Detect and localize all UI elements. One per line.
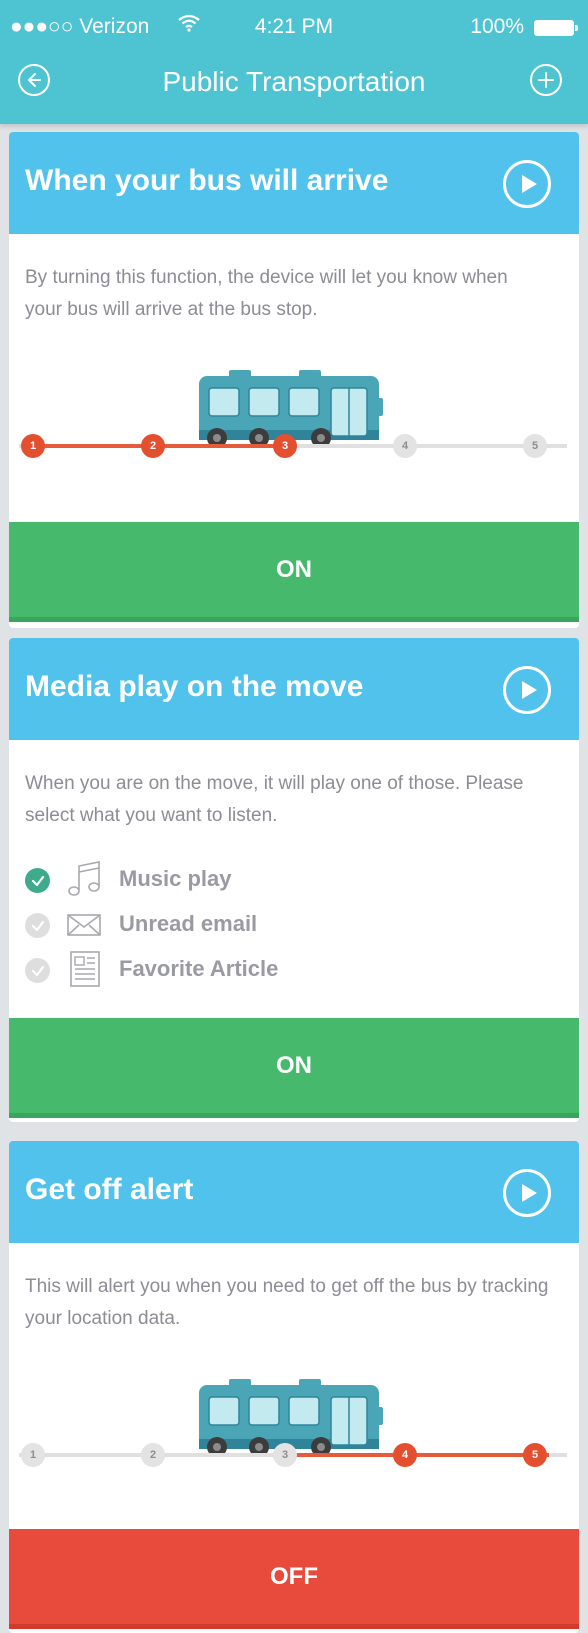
battery-icon — [534, 20, 578, 36]
card-description: By turning this function, the device wil… — [25, 267, 508, 320]
stop-5: 5 — [523, 1443, 547, 1467]
card-media-play: Media play on the move When you are on t… — [9, 638, 579, 1122]
stop-2: 2 — [141, 1443, 165, 1467]
battery-percent: 100% — [470, 15, 524, 38]
card-description: This will alert you when you need to get… — [25, 1276, 549, 1329]
play-icon — [522, 175, 537, 193]
card-header: Get off alert — [9, 1141, 579, 1243]
toggle-button[interactable]: OFF — [9, 1529, 579, 1629]
nav-bar: Public Transportation — [0, 54, 588, 124]
play-icon — [522, 681, 537, 699]
stop-3: 3 — [273, 434, 297, 458]
card-title: Get off alert — [25, 1173, 194, 1206]
stop-1: 1 — [21, 1443, 45, 1467]
option-article[interactable]: Favorite Article — [25, 950, 525, 990]
play-icon — [522, 1184, 537, 1202]
check-icon[interactable] — [25, 913, 50, 938]
stop-2: 2 — [141, 434, 165, 458]
option-music[interactable]: Music play — [25, 860, 525, 900]
status-bar: ●●●○○ Verizon 4:21 PM 100% — [0, 0, 588, 54]
page-title: Public Transportation — [162, 66, 426, 97]
play-button[interactable] — [503, 1169, 551, 1217]
card-title: Media play on the move — [25, 670, 364, 703]
music-note-icon — [68, 861, 100, 896]
play-button[interactable] — [503, 666, 551, 714]
card-get-off-alert: Get off alert This will alert you when y… — [9, 1141, 579, 1633]
card-header: When your bus will arrive — [9, 132, 579, 234]
option-label: Unread email — [119, 911, 258, 936]
card-description: When you are on the move, it will play o… — [25, 773, 524, 826]
option-label: Music play — [119, 866, 232, 891]
stop-5: 5 — [523, 434, 547, 458]
envelope-icon — [67, 914, 101, 936]
article-icon — [70, 951, 100, 987]
stop-4: 4 — [393, 1443, 417, 1467]
plus-icon — [538, 72, 554, 88]
option-label: Favorite Article — [119, 956, 279, 981]
stop-4: 4 — [393, 434, 417, 458]
toggle-button[interactable]: ON — [9, 522, 579, 622]
check-icon[interactable] — [25, 868, 50, 893]
card-header: Media play on the move — [9, 638, 579, 740]
card-title: When your bus will arrive — [25, 164, 389, 197]
play-button[interactable] — [503, 160, 551, 208]
option-email[interactable]: Unread email — [25, 905, 525, 945]
stop-3: 3 — [273, 1443, 297, 1467]
stop-1: 1 — [21, 434, 45, 458]
toggle-button[interactable]: ON — [9, 1018, 579, 1118]
card-bus-arrival: When your bus will arrive By turning thi… — [9, 132, 579, 628]
check-icon[interactable] — [25, 958, 50, 983]
add-button[interactable] — [530, 64, 562, 96]
